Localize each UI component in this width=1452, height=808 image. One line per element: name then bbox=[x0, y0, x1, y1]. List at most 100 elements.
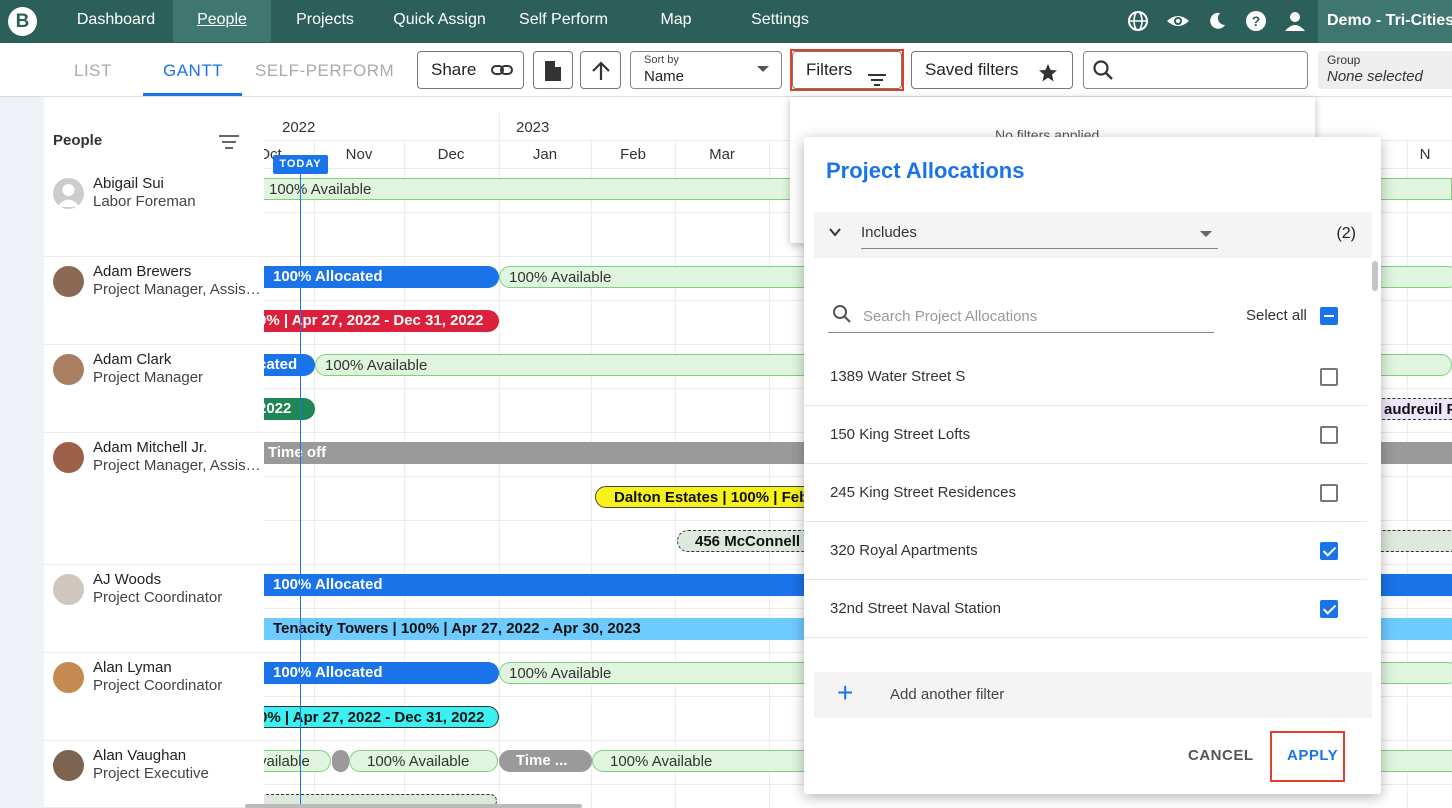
nav-settings[interactable]: Settings bbox=[737, 0, 823, 42]
option-label: 1389 Water Street S bbox=[830, 368, 966, 385]
nav-dashboard[interactable]: Dashboard bbox=[62, 0, 170, 42]
option-checkbox[interactable] bbox=[1320, 600, 1338, 618]
tab-self-perform[interactable]: SELF-PERFORM bbox=[255, 61, 394, 81]
avatar bbox=[53, 266, 84, 297]
grid-line bbox=[675, 141, 676, 808]
left-gutter bbox=[0, 97, 44, 808]
top-nav: B Dashboard People Projects Quick Assign… bbox=[0, 0, 1452, 43]
share-label: Share bbox=[431, 60, 477, 79]
person-role: Project Coordinator bbox=[93, 589, 223, 606]
add-filter-button[interactable]: + Add another filter bbox=[814, 672, 1372, 718]
option-checkbox[interactable] bbox=[1320, 426, 1338, 444]
person-row[interactable]: AJ Woods Project Coordinator bbox=[44, 565, 264, 653]
list-scrollbar[interactable] bbox=[1372, 261, 1378, 291]
globe-icon[interactable] bbox=[1127, 10, 1149, 32]
allocation-bar[interactable]: cated bbox=[264, 354, 315, 376]
nav-quick-assign[interactable]: Quick Assign bbox=[383, 0, 496, 42]
horizontal-scrollbar[interactable] bbox=[245, 804, 582, 808]
month-label: Dec bbox=[437, 146, 465, 163]
group-select[interactable]: Group None selected bbox=[1318, 51, 1452, 89]
availability-bar[interactable]: 100% Available bbox=[349, 750, 498, 772]
help-icon[interactable]: ? bbox=[1245, 10, 1267, 32]
time-off-bar[interactable] bbox=[332, 750, 349, 772]
person-name: Adam Brewers bbox=[93, 263, 192, 280]
project-allocations-filter-panel: Project Allocations Includes (2) Search … bbox=[804, 137, 1381, 794]
sort-by-label: Sort by bbox=[644, 54, 679, 66]
sort-direction-button[interactable] bbox=[580, 51, 621, 89]
project-assignment-bar[interactable]: 2022 bbox=[264, 398, 315, 420]
grid-line bbox=[1407, 141, 1408, 808]
export-button[interactable] bbox=[533, 51, 573, 89]
nav-people[interactable]: People bbox=[173, 0, 271, 42]
month-label: Nov bbox=[345, 146, 373, 163]
app-logo[interactable]: B bbox=[8, 7, 37, 36]
group-label: Group bbox=[1327, 53, 1361, 67]
filters-highlight bbox=[790, 49, 904, 91]
tab-list[interactable]: LIST bbox=[74, 61, 112, 81]
moon-icon[interactable] bbox=[1206, 10, 1228, 32]
sort-by-select[interactable]: Sort by Name bbox=[630, 51, 782, 89]
nav-map[interactable]: Map bbox=[640, 0, 712, 42]
saved-filters-button[interactable]: Saved filters bbox=[911, 51, 1073, 89]
availability-bar[interactable]: vailable bbox=[264, 750, 331, 772]
person-row[interactable]: Adam Clark Project Manager bbox=[44, 345, 264, 433]
month-label: Feb bbox=[620, 146, 646, 163]
month-label: Mar bbox=[709, 146, 735, 163]
person-row[interactable]: Abigail Sui Labor Foreman bbox=[44, 169, 264, 257]
person-role: Project Manager, Assistant bbox=[93, 457, 261, 474]
person-row[interactable]: Alan Lyman Project Coordinator bbox=[44, 653, 264, 741]
saved-filters-label: Saved filters bbox=[925, 60, 1019, 79]
option-label: 245 King Street Residences bbox=[830, 484, 1016, 501]
filter-option[interactable]: 150 King Street Lofts bbox=[804, 406, 1367, 464]
chevron-down-icon[interactable] bbox=[828, 225, 842, 243]
share-button[interactable]: Share bbox=[417, 51, 524, 89]
year-label: 2022 bbox=[282, 119, 316, 136]
nav-self-perform[interactable]: Self Perform bbox=[507, 0, 620, 42]
month-label: Jan bbox=[532, 146, 558, 163]
person-role: Project Coordinator bbox=[93, 677, 223, 694]
arrow-up-icon bbox=[591, 59, 611, 95]
month-label: N bbox=[1419, 146, 1431, 163]
tab-gantt[interactable]: GANTT bbox=[163, 61, 223, 81]
person-role: Project Manager bbox=[93, 369, 204, 386]
nav-projects[interactable]: Projects bbox=[280, 0, 370, 42]
project-assignment-bar[interactable]: audreuil P bbox=[1377, 398, 1452, 420]
select-all-checkbox[interactable] bbox=[1320, 307, 1338, 325]
person-row[interactable]: Adam Brewers Project Manager, Assistant bbox=[44, 257, 264, 345]
option-label: 150 King Street Lofts bbox=[830, 426, 971, 443]
filter-option[interactable]: 1389 Water Street S bbox=[804, 348, 1367, 406]
time-off-bar[interactable]: Time ... bbox=[499, 750, 592, 772]
grid-line bbox=[591, 141, 592, 808]
filter-operator-row: Includes (2) bbox=[814, 212, 1372, 258]
grid-line bbox=[769, 141, 770, 808]
filter-option[interactable]: 32nd Street Naval Station bbox=[804, 580, 1367, 638]
person-row[interactable]: Alan Vaughan Project Executive bbox=[44, 741, 264, 808]
avatar bbox=[53, 354, 84, 385]
caret-down-icon bbox=[757, 66, 769, 72]
filter-option[interactable]: 320 Royal Apartments bbox=[804, 522, 1367, 580]
filter-option[interactable]: 245 King Street Residences bbox=[804, 464, 1367, 522]
avatar bbox=[53, 662, 84, 693]
operator-value: Includes bbox=[861, 224, 917, 241]
avatar-placeholder-icon bbox=[53, 178, 84, 209]
search-input[interactable] bbox=[1083, 51, 1308, 89]
cancel-button[interactable]: CANCEL bbox=[1188, 747, 1254, 764]
person-row[interactable]: Adam Mitchell Jr. Project Manager, Assis… bbox=[44, 433, 264, 565]
option-checkbox[interactable] bbox=[1320, 368, 1338, 386]
people-filter-icon[interactable] bbox=[219, 135, 239, 153]
option-checkbox[interactable] bbox=[1320, 484, 1338, 502]
star-icon bbox=[1038, 60, 1058, 96]
add-filter-label: Add another filter bbox=[890, 686, 1005, 703]
operator-select[interactable]: Includes bbox=[861, 222, 1218, 249]
option-label: 32nd Street Naval Station bbox=[830, 600, 1001, 617]
person-name: Adam Mitchell Jr. bbox=[93, 439, 208, 456]
person-role: Project Executive bbox=[93, 765, 209, 782]
user-icon[interactable] bbox=[1284, 10, 1306, 32]
option-checkbox[interactable] bbox=[1320, 542, 1338, 560]
person-name: Adam Clark bbox=[93, 351, 172, 368]
account-switcher[interactable]: Demo - Tri-Cities bbox=[1318, 0, 1452, 43]
group-value: None selected bbox=[1327, 68, 1423, 85]
link-icon bbox=[491, 52, 513, 101]
project-allocations-search-input[interactable]: Search Project Allocations bbox=[828, 302, 1214, 333]
eye-icon[interactable] bbox=[1166, 10, 1190, 32]
